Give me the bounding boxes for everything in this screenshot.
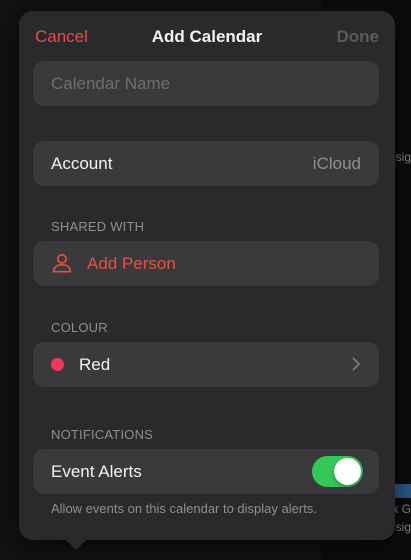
account-label: Account bbox=[51, 154, 113, 173]
background-text: sig bbox=[395, 150, 411, 164]
colour-header: COLOUR bbox=[51, 320, 108, 335]
shared-with-header: SHARED WITH bbox=[51, 219, 145, 234]
event-alerts-toggle[interactable] bbox=[312, 456, 363, 487]
nav-bar: Cancel Add Calendar Done bbox=[19, 11, 395, 61]
colour-row[interactable]: Red bbox=[33, 342, 379, 387]
colour-value: Red bbox=[79, 355, 111, 374]
background-text: k G bbox=[392, 502, 411, 516]
calendar-name-input[interactable] bbox=[33, 61, 379, 106]
popover-arrow bbox=[66, 540, 86, 550]
event-alerts-label: Event Alerts bbox=[51, 462, 142, 481]
event-alerts-footnote: Allow events on this calendar to display… bbox=[51, 501, 317, 516]
chevron-right-icon bbox=[352, 357, 360, 371]
background-badge bbox=[393, 484, 411, 498]
account-value: iCloud bbox=[312, 154, 361, 173]
add-person-row[interactable]: Add Person bbox=[33, 241, 379, 286]
person-icon bbox=[52, 253, 72, 273]
calendar-name-cell bbox=[33, 61, 379, 106]
done-button[interactable]: Done bbox=[337, 27, 380, 47]
add-person-label: Add Person bbox=[87, 254, 176, 273]
toggle-knob bbox=[334, 458, 361, 485]
event-alerts-row: Event Alerts bbox=[33, 449, 379, 494]
notifications-header: NOTIFICATIONS bbox=[51, 427, 154, 442]
colour-swatch bbox=[51, 358, 64, 371]
add-calendar-sheet: Cancel Add Calendar Done Account iCloud … bbox=[19, 11, 395, 540]
background-text: sig bbox=[395, 520, 411, 534]
account-row[interactable]: Account iCloud bbox=[33, 141, 379, 186]
